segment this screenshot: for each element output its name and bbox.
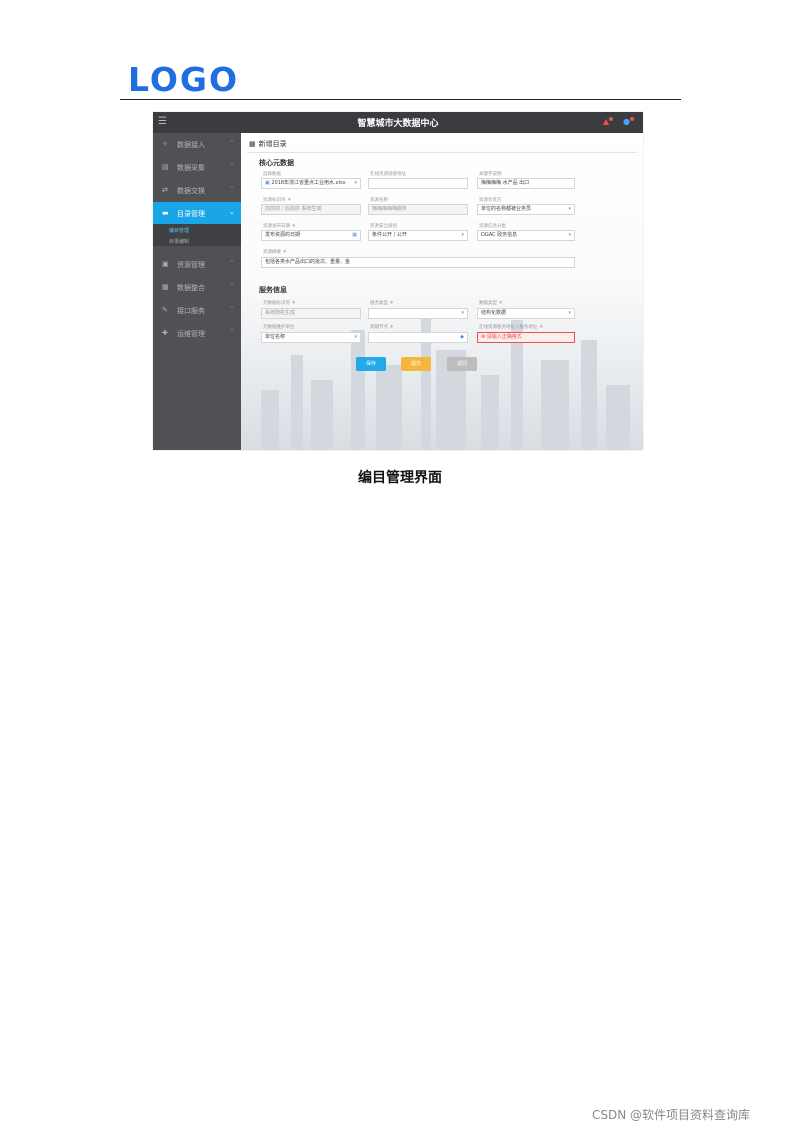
top-bar: ☰ 智慧城市大数据中心 ▲ ● — [153, 112, 643, 133]
field-label: 在线资源服务地址 / 服务地址 ＊ — [479, 325, 544, 330]
field-label: 关键字说明 — [479, 172, 502, 177]
field-label: 服务类型 ＊ — [370, 301, 394, 306]
field-label: 资源发布日期 ＊ — [263, 224, 296, 229]
bell-icon[interactable]: ▲ — [603, 117, 614, 126]
link-icon: ✧ — [162, 140, 168, 148]
chevron-icon: ⌃ — [229, 259, 235, 267]
service-url-input[interactable]: ⊗ 请输入正确格式 — [477, 332, 575, 343]
chevron-icon: ⌄ — [229, 208, 235, 216]
figure-caption: 编目管理界面 — [358, 470, 442, 486]
user-icon[interactable]: ● — [623, 117, 634, 126]
sidebar: ✧ 数据接入 ⌃ ▤ 数据采集 ⌃ ⇄ 数据交换 ⌃ ▬ 目录管理 ⌄ 编目管理… — [153, 133, 241, 450]
field-label: 元数据维护单位 — [263, 325, 295, 330]
metadata-id-field: 系统随机生成 — [261, 308, 361, 319]
sidebar-item-data-collect[interactable]: ▤ 数据采集 ⌃ — [153, 156, 241, 178]
field-label: 元数据标识符 ＊ — [263, 301, 296, 306]
chevron-icon: ⌃ — [229, 305, 235, 313]
field-label: 资源信息分类 — [479, 224, 506, 229]
sidebar-item-label: 数据交换 — [177, 187, 205, 195]
sidebar-subitem-catalog-edit[interactable]: 目录编制 — [153, 235, 241, 246]
exchange-icon: ⇄ — [162, 186, 168, 194]
section-service-info: 服务信息 — [259, 286, 287, 294]
field-label: 资源摘要 ＊ — [263, 250, 287, 255]
select-data-field[interactable]: ▣ 2018年浙江省重点工业用水.xlsx ▾ — [261, 178, 361, 189]
sidebar-item-data-exchange[interactable]: ⇄ 数据交换 ⌃ — [153, 179, 241, 201]
field-label: 到期节点 ＊ — [370, 325, 394, 330]
sidebar-item-integrate[interactable]: ▦ 数据整合 ⌃ — [153, 276, 241, 298]
security-level-select[interactable]: 条件公开 / 公开 ▾ — [368, 230, 468, 241]
expiry-node-select[interactable]: ◆ — [368, 332, 468, 343]
sidebar-item-label: 运维管理 — [177, 330, 205, 338]
table-icon: ▦ — [249, 140, 256, 148]
sidebar-item-label: 资源管理 — [177, 261, 205, 269]
field-label: 在线资源链接地址 — [370, 172, 406, 177]
logo: LOGO — [128, 60, 240, 99]
section-core-metadata: 核心元数据 — [259, 159, 294, 167]
api-icon: ✎ — [162, 306, 168, 314]
info-category-select[interactable]: DGAC 政务信息 ▾ — [477, 230, 575, 241]
field-label: 资源负责方 — [479, 198, 502, 203]
keywords-input[interactable]: 梅梅梅梅 水产品 出口 — [477, 178, 575, 189]
sidebar-item-label: 目录管理 — [177, 210, 205, 218]
sidebar-item-catalog[interactable]: ▬ 目录管理 ⌄ — [153, 202, 241, 224]
back-button[interactable]: 返回 — [447, 357, 477, 371]
main-content: ▦ 新增目录 核心元数据 选择数据 ▣ 2018年浙江省重点工业用水.xlsx ▾ … — [241, 133, 643, 450]
sidebar-item-data-access[interactable]: ✧ 数据接入 ⌃ — [153, 133, 241, 155]
publish-date-picker[interactable]: 发布资源的日期 ▦ — [261, 230, 361, 241]
calendar-icon: ▦ — [352, 232, 357, 238]
online-resource-url-input[interactable] — [368, 178, 468, 189]
page-title: ▦ 新增目录 — [249, 140, 287, 148]
app-title: 智慧城市大数据中心 — [357, 119, 439, 129]
resource-summary-input[interactable]: 包括各类水产品出口的批次、重量、金 — [261, 257, 575, 268]
resource-id-field: 前前前 / 后前前 系统生成 — [261, 204, 361, 215]
field-label: 数据类型 ＊ — [479, 301, 503, 306]
service-type-select[interactable]: ▾ — [368, 308, 468, 319]
resource-name-field[interactable]: 梅梅梅梅梅服务 — [368, 204, 468, 215]
resource-owner-select[interactable]: 单位的名称都被业务员 ▾ — [477, 204, 575, 215]
field-label: 资源安全级别 — [370, 224, 397, 229]
chevron-icon: ⌃ — [229, 139, 235, 147]
chevron-icon: ⌃ — [229, 162, 235, 170]
chevron-icon: ⌃ — [229, 282, 235, 290]
sidebar-item-api[interactable]: ✎ 接口服务 ⌃ — [153, 299, 241, 321]
sidebar-item-ops[interactable]: ✚ 运维管理 ⌃ — [153, 322, 241, 344]
title-divider — [247, 152, 637, 153]
sidebar-item-label: 数据采集 — [177, 164, 205, 172]
sidebar-item-label: 数据整合 — [177, 284, 205, 292]
chevron-icon: ⌃ — [229, 185, 235, 193]
sidebar-item-label: 接口服务 — [177, 307, 205, 315]
folder-icon: ▬ — [162, 209, 169, 217]
header-rule — [120, 99, 681, 100]
sidebar-item-label: 数据接入 — [177, 141, 205, 149]
field-label: 选择数据 — [263, 172, 281, 177]
integrate-icon: ▦ — [162, 283, 169, 291]
maintainer-select[interactable]: 单位名称 ▾ — [261, 332, 361, 343]
save-button[interactable]: 保存 — [356, 357, 386, 371]
database-icon: ▤ — [162, 163, 169, 171]
chevron-icon: ⌃ — [229, 328, 235, 336]
field-label: 资源标识符 ＊ — [263, 198, 292, 203]
sidebar-item-resource[interactable]: ▣ 资源管理 ⌃ — [153, 253, 241, 275]
resource-icon: ▣ — [162, 260, 169, 268]
watermark: CSDN @软件项目资料查询库 — [592, 1108, 751, 1122]
field-label: 资源名称 — [370, 198, 388, 203]
wrench-icon: ✚ — [162, 329, 168, 337]
ui-screenshot: ☰ 智慧城市大数据中心 ▲ ● ✧ 数据接入 ⌃ ▤ 数据采集 ⌃ ⇄ 数据交换… — [153, 112, 643, 450]
submit-button[interactable]: 提交 — [401, 357, 431, 371]
sidebar-subitem-catalog-manage[interactable]: 编目管理 — [153, 224, 241, 235]
data-type-select[interactable]: 结构化数据 ▾ — [477, 308, 575, 319]
